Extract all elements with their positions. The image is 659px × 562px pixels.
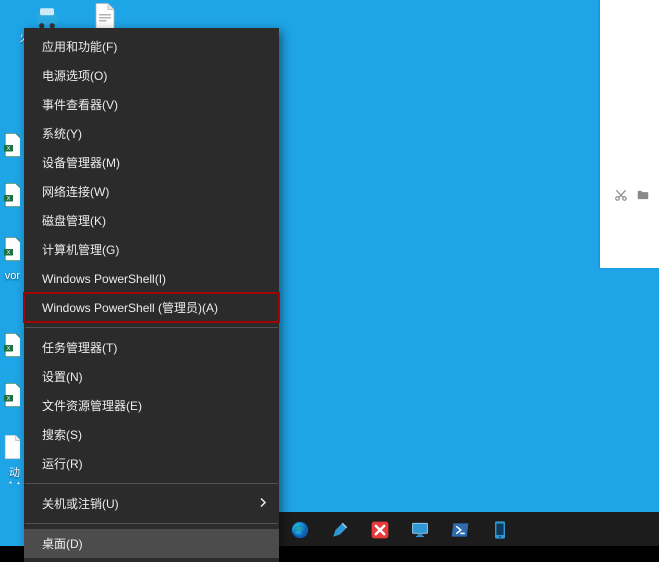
- phone-icon: [491, 520, 509, 540]
- taskbar-xshell[interactable]: [363, 513, 397, 545]
- svg-text:X: X: [7, 196, 11, 202]
- taskbar-monitor[interactable]: [403, 513, 437, 545]
- winx-powershell-admin[interactable]: Windows PowerShell (管理员)(A): [24, 293, 279, 322]
- menu-separator: [25, 523, 278, 524]
- chevron-right-icon: [259, 497, 267, 510]
- xshell-icon: [370, 520, 390, 540]
- menu-separator: [25, 483, 278, 484]
- desktop-partial-icon[interactable]: X rch.: [0, 132, 20, 164]
- desktop[interactable]: 火车采集器 keywords.... orc X: [0, 0, 659, 546]
- desktop-partial-icon[interactable]: X: [0, 182, 20, 214]
- winx-system[interactable]: 系统(Y): [24, 119, 279, 148]
- winx-disk-management[interactable]: 磁盘管理(K): [24, 206, 279, 235]
- powershell-icon: [450, 520, 470, 540]
- winx-network-connections[interactable]: 网络连接(W): [24, 177, 279, 206]
- pen-icon: [331, 521, 349, 539]
- monitor-icon: [410, 520, 430, 540]
- winx-apps-features[interactable]: 应用和功能(F): [24, 32, 279, 61]
- desktop-partial-icon[interactable]: orc: [0, 32, 20, 64]
- winx-menu: 应用和功能(F) 电源选项(O) 事件查看器(V) 系统(Y) 设备管理器(M)…: [24, 28, 279, 562]
- winx-desktop[interactable]: 桌面(D): [24, 529, 279, 558]
- taskbar-powershell[interactable]: [443, 513, 477, 545]
- taskbar: [275, 512, 659, 546]
- svg-text:X: X: [7, 146, 11, 152]
- taskbar-edge[interactable]: [283, 513, 317, 545]
- winx-computer-management[interactable]: 计算机管理(G): [24, 235, 279, 264]
- edge-icon: [290, 520, 310, 540]
- winx-shutdown-signout[interactable]: 关机或注销(U): [24, 489, 279, 518]
- winx-powershell[interactable]: Windows PowerShell(I): [24, 264, 279, 293]
- desktop-partial-icon[interactable]: 动 1.t: [0, 434, 20, 484]
- winx-task-manager[interactable]: 任务管理器(T): [24, 333, 279, 362]
- winx-file-explorer[interactable]: 文件资源管理器(E): [24, 391, 279, 420]
- svg-text:X: X: [7, 346, 11, 352]
- folder-icon[interactable]: [636, 188, 650, 202]
- taskbar-pen[interactable]: [323, 513, 357, 545]
- winx-search[interactable]: 搜索(S): [24, 420, 279, 449]
- winx-event-viewer[interactable]: 事件查看器(V): [24, 90, 279, 119]
- menu-separator: [25, 327, 278, 328]
- winx-power-options[interactable]: 电源选项(O): [24, 61, 279, 90]
- cut-icon[interactable]: [614, 188, 628, 202]
- desktop-left-partial-icons: orc X rch. X X vor .xls X 簿2. X 动 1.t: [0, 0, 22, 480]
- desktop-partial-icon[interactable]: X 簿2.: [0, 332, 20, 364]
- desktop-partial-icon[interactable]: X: [0, 382, 20, 414]
- svg-text:X: X: [7, 250, 11, 256]
- taskbar-phone[interactable]: [483, 513, 517, 545]
- svg-text:X: X: [7, 396, 11, 402]
- desktop-partial-icon[interactable]: X vor .xls: [0, 236, 20, 282]
- winx-device-manager[interactable]: 设备管理器(M): [24, 148, 279, 177]
- right-side-panel: [600, 0, 659, 268]
- winx-settings[interactable]: 设置(N): [24, 362, 279, 391]
- winx-run[interactable]: 运行(R): [24, 449, 279, 478]
